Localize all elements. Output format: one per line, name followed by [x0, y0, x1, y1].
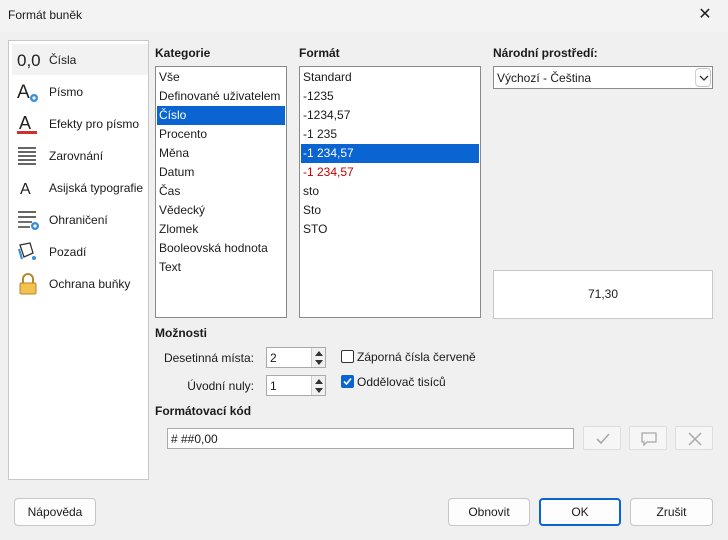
sidebar-item-background[interactable]: Pozadí: [12, 236, 148, 268]
sidebar-item-cell-protection[interactable]: Ochrana buňky: [12, 268, 148, 300]
delete-icon[interactable]: [675, 426, 713, 450]
list-item[interactable]: Zlomek: [157, 220, 285, 239]
thousands-separator-label: Oddělovač tisíců: [357, 375, 446, 389]
locale-select[interactable]: Výchozí - Čeština: [493, 66, 713, 89]
font-effects-icon: A: [17, 113, 41, 135]
list-item[interactable]: Standard: [301, 68, 479, 87]
sidebar: 0,0 Čísla A Písmo A Efekty pro písmo Zar…: [8, 40, 149, 480]
list-item[interactable]: Číslo: [157, 106, 285, 125]
list-item[interactable]: -1235: [301, 87, 479, 106]
format-preview: 71,30: [493, 270, 713, 319]
list-item[interactable]: STO: [301, 220, 479, 239]
sidebar-item-alignment[interactable]: Zarovnání: [12, 140, 148, 172]
list-item[interactable]: Datum: [157, 163, 285, 182]
sidebar-item-label: Asijská typografie: [49, 181, 144, 195]
list-item[interactable]: -1 235: [301, 125, 479, 144]
sidebar-item-label: Zarovnání: [49, 149, 104, 163]
asian-typography-icon: A: [17, 177, 41, 199]
svg-text:A: A: [20, 181, 31, 198]
chevron-down-icon[interactable]: [695, 68, 711, 87]
ok-button[interactable]: OK: [539, 498, 621, 526]
list-item[interactable]: Sto: [301, 201, 479, 220]
negative-red-label: Záporná čísla červeně: [357, 350, 476, 364]
sidebar-item-borders[interactable]: Ohraničení: [12, 204, 148, 236]
cancel-button[interactable]: Zrušit: [630, 498, 713, 526]
locale-heading: Národní prostředí:: [493, 46, 598, 60]
format-list[interactable]: Standard -1235 -1234,57 -1 235 -1 234,57…: [299, 66, 481, 318]
sidebar-item-asian-typography[interactable]: A Asijská typografie: [12, 172, 148, 204]
sidebar-item-numbers[interactable]: 0,0 Čísla: [12, 44, 148, 76]
leading-zeros-stepper[interactable]: 1: [266, 375, 326, 396]
options-heading: Možnosti: [155, 326, 207, 340]
sidebar-item-font-effects[interactable]: A Efekty pro písmo: [12, 108, 148, 140]
stepper-down-icon[interactable]: [311, 357, 325, 367]
title-bar: Formát buněk ✕: [0, 0, 728, 32]
sidebar-item-label: Písmo: [49, 85, 84, 99]
check-icon[interactable]: [583, 426, 621, 450]
list-item[interactable]: -1 234,57: [301, 144, 479, 163]
svg-text:A: A: [19, 113, 31, 133]
leading-zeros-value: 1: [270, 379, 277, 393]
font-icon: A: [17, 81, 41, 103]
sidebar-item-label: Ohraničení: [49, 213, 108, 227]
borders-icon: [17, 209, 41, 231]
svg-text:0,0: 0,0: [17, 51, 41, 70]
alignment-icon: [17, 145, 41, 167]
sidebar-item-font[interactable]: A Písmo: [12, 76, 148, 108]
list-item[interactable]: -1 234,57: [301, 163, 479, 182]
decimal-places-stepper[interactable]: 2: [266, 347, 326, 368]
thousands-separator-checkbox[interactable]: [341, 375, 354, 388]
window-title: Formát buněk: [8, 8, 83, 22]
list-item[interactable]: sto: [301, 182, 479, 201]
list-item[interactable]: Booleovská hodnota: [157, 239, 285, 258]
category-heading: Kategorie: [155, 46, 211, 60]
sidebar-item-label: Čísla: [49, 53, 77, 67]
list-item[interactable]: Vše: [157, 68, 285, 87]
stepper-down-icon[interactable]: [311, 385, 325, 395]
svg-text:A: A: [17, 82, 30, 103]
sidebar-item-label: Ochrana buňky: [49, 277, 131, 291]
background-icon: [17, 241, 41, 263]
numbers-icon: 0,0: [17, 49, 41, 71]
format-code-input[interactable]: # ##0,00: [167, 428, 574, 449]
sidebar-item-label: Efekty pro písmo: [49, 117, 140, 131]
format-code-value: # ##0,00: [171, 432, 218, 446]
list-item[interactable]: Procento: [157, 125, 285, 144]
negative-red-checkbox[interactable]: [341, 350, 354, 363]
lock-icon: [17, 273, 41, 295]
dialog-body: 0,0 Čísla A Písmo A Efekty pro písmo Zar…: [0, 32, 728, 540]
close-icon[interactable]: ✕: [682, 0, 728, 32]
category-list[interactable]: Vše Definované uživatelem Číslo Procento…: [155, 66, 287, 318]
list-item[interactable]: Vědecký: [157, 201, 285, 220]
list-item[interactable]: -1234,57: [301, 106, 479, 125]
sidebar-item-label: Pozadí: [49, 245, 87, 259]
format-code-heading: Formátovací kód: [155, 404, 252, 418]
leading-zeros-label: Úvodní nuly:: [187, 379, 254, 393]
decimal-places-value: 2: [270, 351, 277, 365]
list-item[interactable]: Definované uživatelem: [157, 87, 285, 106]
list-item[interactable]: Měna: [157, 144, 285, 163]
list-item[interactable]: Text: [157, 258, 285, 277]
comment-icon[interactable]: [629, 426, 667, 450]
list-item[interactable]: Čas: [157, 182, 285, 201]
reset-button[interactable]: Obnovit: [448, 498, 530, 526]
help-button[interactable]: Nápověda: [14, 498, 96, 526]
decimal-places-label: Desetinná místa:: [163, 351, 254, 365]
format-heading: Formát: [299, 46, 340, 60]
locale-value: Výchozí - Čeština: [497, 71, 592, 85]
